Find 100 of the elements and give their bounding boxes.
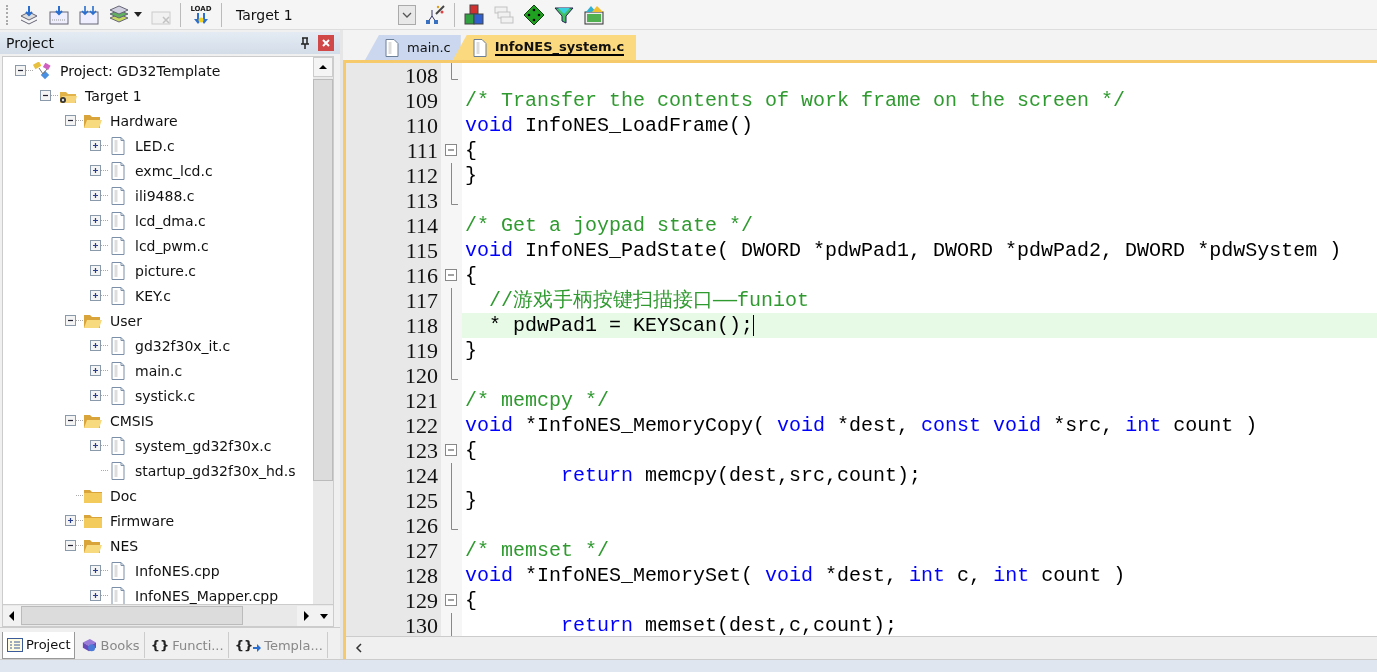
- tree-item[interactable]: ili9488.c: [135, 187, 195, 204]
- collapse-icon[interactable]: [65, 415, 76, 426]
- tree-item[interactable]: gd32f30x_it.c: [135, 337, 231, 354]
- collapse-icon[interactable]: [65, 315, 76, 326]
- expand-icon[interactable]: [90, 265, 101, 276]
- code-line: void InfoNES_PadState( DWORD *pdwPad1, DWORD *pdwPad2, DWORD *pdwSystem ): [465, 238, 1342, 263]
- package-icon[interactable]: [583, 3, 605, 26]
- line-number: 125: [404, 487, 438, 514]
- target-field[interactable]: Target 1: [236, 6, 293, 23]
- line-number: 113: [404, 187, 438, 214]
- expand-icon[interactable]: [90, 290, 101, 301]
- caret-icon[interactable]: [134, 12, 142, 17]
- dropdown-button[interactable]: [398, 4, 416, 25]
- line-number: 112: [404, 162, 438, 189]
- file-icon: [108, 286, 128, 305]
- expand-icon[interactable]: [90, 190, 101, 201]
- scroll-up-icon[interactable]: [313, 57, 333, 77]
- tree-item[interactable]: main.c: [135, 362, 183, 379]
- build-icon[interactable]: [48, 3, 70, 26]
- collapse-icon[interactable]: [15, 65, 26, 76]
- tree-item[interactable]: CMSIS: [110, 412, 154, 429]
- code-line: }: [465, 488, 477, 513]
- panel-tab[interactable]: {} Templa...: [230, 632, 328, 658]
- tree-item[interactable]: picture.c: [135, 262, 197, 279]
- expand-icon[interactable]: [90, 590, 101, 601]
- diamond-icon[interactable]: [523, 3, 545, 26]
- tree-item[interactable]: InfoNES.cpp: [135, 562, 220, 579]
- line-number: 110: [404, 112, 438, 139]
- magic-wand-icon[interactable]: [424, 3, 446, 26]
- tree-item[interactable]: LED.c: [135, 137, 175, 154]
- line-number: 129: [404, 587, 438, 614]
- expand-icon[interactable]: [90, 165, 101, 176]
- file-icon: [108, 211, 128, 230]
- file-icon: [108, 361, 128, 380]
- tree-item[interactable]: Target 1: [85, 87, 142, 104]
- rebuild-icon[interactable]: [78, 3, 100, 26]
- expand-icon[interactable]: [65, 515, 76, 526]
- collapse-icon[interactable]: [40, 90, 51, 101]
- line-number: 127: [404, 537, 438, 564]
- expand-icon[interactable]: [90, 390, 101, 401]
- tree-item[interactable]: exmc_lcd.c: [135, 162, 213, 179]
- tree-item[interactable]: NES: [110, 537, 139, 554]
- expand-icon[interactable]: [90, 240, 101, 251]
- collapse-icon[interactable]: [65, 540, 76, 551]
- panel-tab[interactable]: {} Functi...: [146, 632, 229, 658]
- line-number: 130: [404, 612, 438, 636]
- tree-item[interactable]: systick.c: [135, 387, 196, 404]
- tree-item[interactable]: User: [110, 312, 142, 329]
- line-number: 117: [404, 287, 438, 314]
- file-tab[interactable]: main.c: [365, 35, 461, 60]
- line-number: 128: [404, 562, 438, 589]
- tree-item[interactable]: lcd_pwm.c: [135, 237, 209, 254]
- pin-icon[interactable]: [300, 37, 310, 49]
- code-line: }: [465, 338, 477, 363]
- expand-icon[interactable]: [90, 340, 101, 351]
- collapse-icon[interactable]: [65, 115, 76, 126]
- stack-down-icon[interactable]: [18, 3, 40, 26]
- line-number: 120: [404, 362, 438, 389]
- tree-item[interactable]: startup_gd32f30x_hd.s: [135, 462, 296, 479]
- dropdown-icon[interactable]: [315, 605, 333, 626]
- expand-icon[interactable]: [90, 140, 101, 151]
- close-icon[interactable]: [318, 35, 334, 51]
- file-tab[interactable]: InfoNES_system.c: [452, 35, 637, 60]
- expand-icon[interactable]: [90, 565, 101, 576]
- expand-icon[interactable]: [90, 365, 101, 376]
- code-line: /* memcpy */: [465, 388, 610, 413]
- line-number: 115: [404, 237, 438, 264]
- tree-item[interactable]: KEY.c: [135, 287, 171, 304]
- line-number: 123: [404, 437, 438, 464]
- file-icon: [108, 336, 128, 355]
- tree-item[interactable]: lcd_dma.c: [135, 212, 206, 229]
- scrollbar-thumb[interactable]: [313, 79, 333, 481]
- horizontal-scrollbar[interactable]: [346, 636, 1377, 659]
- line-number: 108: [404, 63, 438, 89]
- tree-item[interactable]: Project: GD32Template: [60, 62, 221, 79]
- line-number: 111: [405, 137, 438, 164]
- horizontal-scrollbar[interactable]: [2, 604, 334, 627]
- tree-item[interactable]: InfoNES_Mapper.cpp: [135, 587, 279, 604]
- line-number: 114: [404, 212, 438, 239]
- list-icon: [7, 637, 23, 652]
- tree-item[interactable]: system_gd32f30x.c: [135, 437, 272, 454]
- expand-icon[interactable]: [90, 440, 101, 451]
- tree-item[interactable]: Hardware: [110, 112, 178, 129]
- file-icon: [472, 38, 487, 57]
- panel-tab[interactable]: Project: [2, 631, 76, 659]
- expand-icon[interactable]: [90, 215, 101, 226]
- panel-title: Project: [6, 35, 55, 51]
- blocks-icon[interactable]: [463, 3, 485, 26]
- line-number: 121: [404, 387, 438, 414]
- book-icon: [81, 638, 98, 652]
- scroll-left-icon[interactable]: [3, 605, 21, 626]
- scroll-right-icon[interactable]: [297, 605, 315, 626]
- code-line: /* Get a joypad state */: [465, 213, 754, 238]
- tree-item[interactable]: Firmware: [110, 512, 175, 529]
- project-icon: [33, 61, 53, 80]
- code-line: void *InfoNES_MemorySet( void *dest, int c, int count ): [465, 563, 1126, 588]
- vertical-scrollbar[interactable]: [313, 57, 333, 604]
- scrollbar-thumb[interactable]: [21, 606, 243, 625]
- code-line: {: [465, 438, 477, 463]
- tree-item[interactable]: Doc: [110, 487, 138, 504]
